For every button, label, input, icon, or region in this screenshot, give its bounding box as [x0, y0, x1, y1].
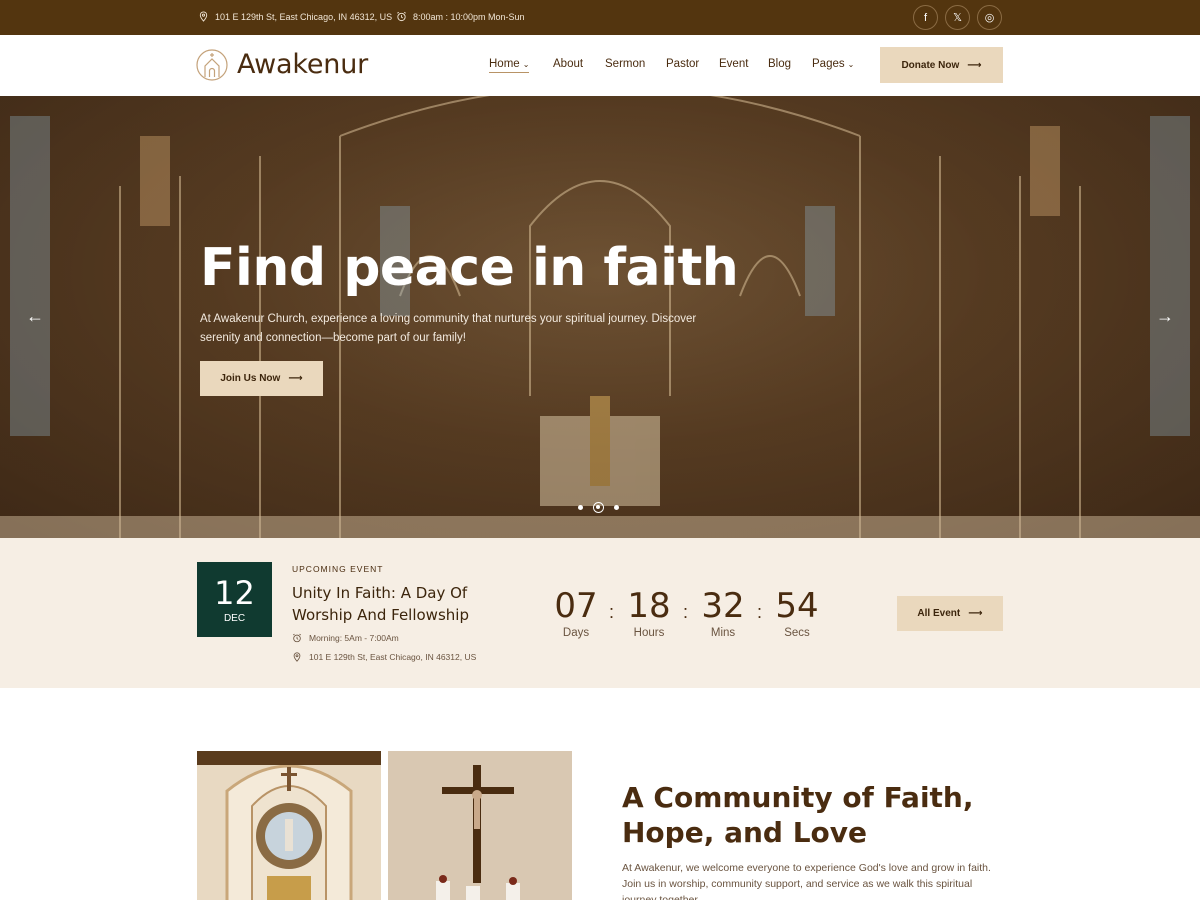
next-slide-arrow-icon[interactable]: → [1156, 306, 1174, 327]
slide-dot-3[interactable] [614, 505, 619, 510]
event-month: DEC [223, 613, 246, 624]
nav-sermon[interactable]: Sermon [605, 58, 645, 70]
facebook-icon: f [923, 11, 928, 24]
x-icon: 𝕏 [953, 12, 962, 24]
alarm-clock-icon [397, 11, 406, 22]
hero-slider: Find peace in faith At Awakenur Church, … [0, 96, 1200, 538]
church-altar-photo [197, 751, 381, 900]
event-title[interactable]: Unity In Faith: A Day Of Worship And Fel… [292, 582, 492, 626]
event-time-text: Morning: 5Am - 7:00Am [309, 633, 399, 643]
crucifix-photo [388, 751, 572, 900]
nav-home-label: Home [489, 58, 520, 70]
slide-dot-2[interactable] [593, 502, 604, 513]
event-day: 12 [214, 574, 255, 612]
instagram-icon: ◎ [984, 12, 995, 24]
event-location-text: 101 E 129th St, East Chicago, IN 46312, … [309, 652, 477, 662]
church-logo-icon[interactable] [196, 49, 228, 81]
hours-info: 8:00am : 10:00pm Mon-Sun [396, 11, 525, 22]
top-bar: 101 E 129th St, East Chicago, IN 46312, … [0, 0, 1200, 35]
slider-dots [578, 502, 619, 513]
countdown-separator: : [683, 602, 689, 622]
hours-text: 8:00am : 10:00pm Mon-Sun [413, 11, 525, 22]
site-logo-text[interactable]: Awakenur [237, 49, 368, 80]
instagram-link[interactable]: ◎ [977, 5, 1002, 30]
arrow-right-icon: ⟶ [967, 59, 982, 71]
site-header: Awakenur Home ⌄ About Sermon Pastor Event… [0, 35, 1200, 96]
nav-pages[interactable]: Pages ⌄ [812, 58, 854, 70]
donate-now-button[interactable]: Donate Now ⟶ [880, 47, 1003, 83]
all-event-button[interactable]: All Event ⟶ [897, 596, 1003, 631]
location-pin-icon [199, 11, 208, 22]
arrow-right-icon: ⟶ [288, 373, 303, 384]
chevron-down-icon: ⌄ [847, 60, 855, 69]
donate-now-label: Donate Now [901, 59, 960, 71]
hero-title: Find peace in faith [200, 238, 739, 298]
event-location: 101 E 129th St, East Chicago, IN 46312, … [292, 652, 476, 662]
event-section-label: UPCOMING EVENT [292, 564, 384, 574]
countdown-hours-value: 18 [627, 586, 671, 626]
about-text: At Awakenur, we welcome everyone to expe… [622, 862, 991, 900]
nav-blog[interactable]: Blog [768, 58, 791, 70]
nav-home[interactable]: Home ⌄ [489, 58, 530, 73]
chevron-down-icon: ⌄ [522, 60, 530, 69]
countdown-separator: : [609, 602, 615, 622]
countdown-separator: : [757, 602, 763, 622]
alarm-clock-icon [292, 633, 302, 643]
location-pin-icon [293, 652, 301, 662]
nav-about[interactable]: About [553, 58, 583, 70]
event-time: Morning: 5Am - 7:00Am [292, 633, 399, 643]
hero-description: At Awakenur Church, experience a loving … [200, 313, 697, 344]
countdown-secs-value: 54 [775, 586, 819, 626]
all-event-label: All Event [917, 608, 961, 619]
x-link[interactable]: 𝕏 [945, 5, 970, 30]
event-date-box: 12 DEC [197, 562, 272, 637]
about-title: A Community of Faith, Hope, and Love [622, 781, 974, 849]
crucifix-image [388, 751, 572, 900]
altar-image [197, 751, 381, 900]
countdown-hours-label: Hours [633, 627, 665, 639]
arrow-right-icon: ⟶ [968, 608, 983, 619]
nav-pastor[interactable]: Pastor [666, 58, 699, 70]
address-info: 101 E 129th St, East Chicago, IN 46312, … [198, 11, 392, 22]
address-text: 101 E 129th St, East Chicago, IN 46312, … [215, 11, 393, 22]
countdown-mins-label: Mins [710, 627, 736, 639]
previous-slide-arrow-icon[interactable]: ← [26, 306, 44, 327]
nav-event[interactable]: Event [719, 58, 748, 70]
countdown-mins-value: 32 [701, 586, 745, 626]
countdown-secs-label: Secs [784, 627, 810, 639]
join-us-now-button[interactable]: Join Us Now ⟶ [200, 361, 323, 396]
nav-pages-label: Pages [812, 58, 845, 70]
join-us-now-label: Join Us Now [220, 373, 281, 384]
facebook-link[interactable]: f [913, 5, 938, 30]
slide-dot-1[interactable] [578, 505, 583, 510]
countdown-days-label: Days [562, 627, 590, 639]
upcoming-event-section: 12 DEC UPCOMING EVENT Unity In Faith: A … [0, 538, 1200, 688]
countdown-days-value: 07 [554, 586, 598, 626]
